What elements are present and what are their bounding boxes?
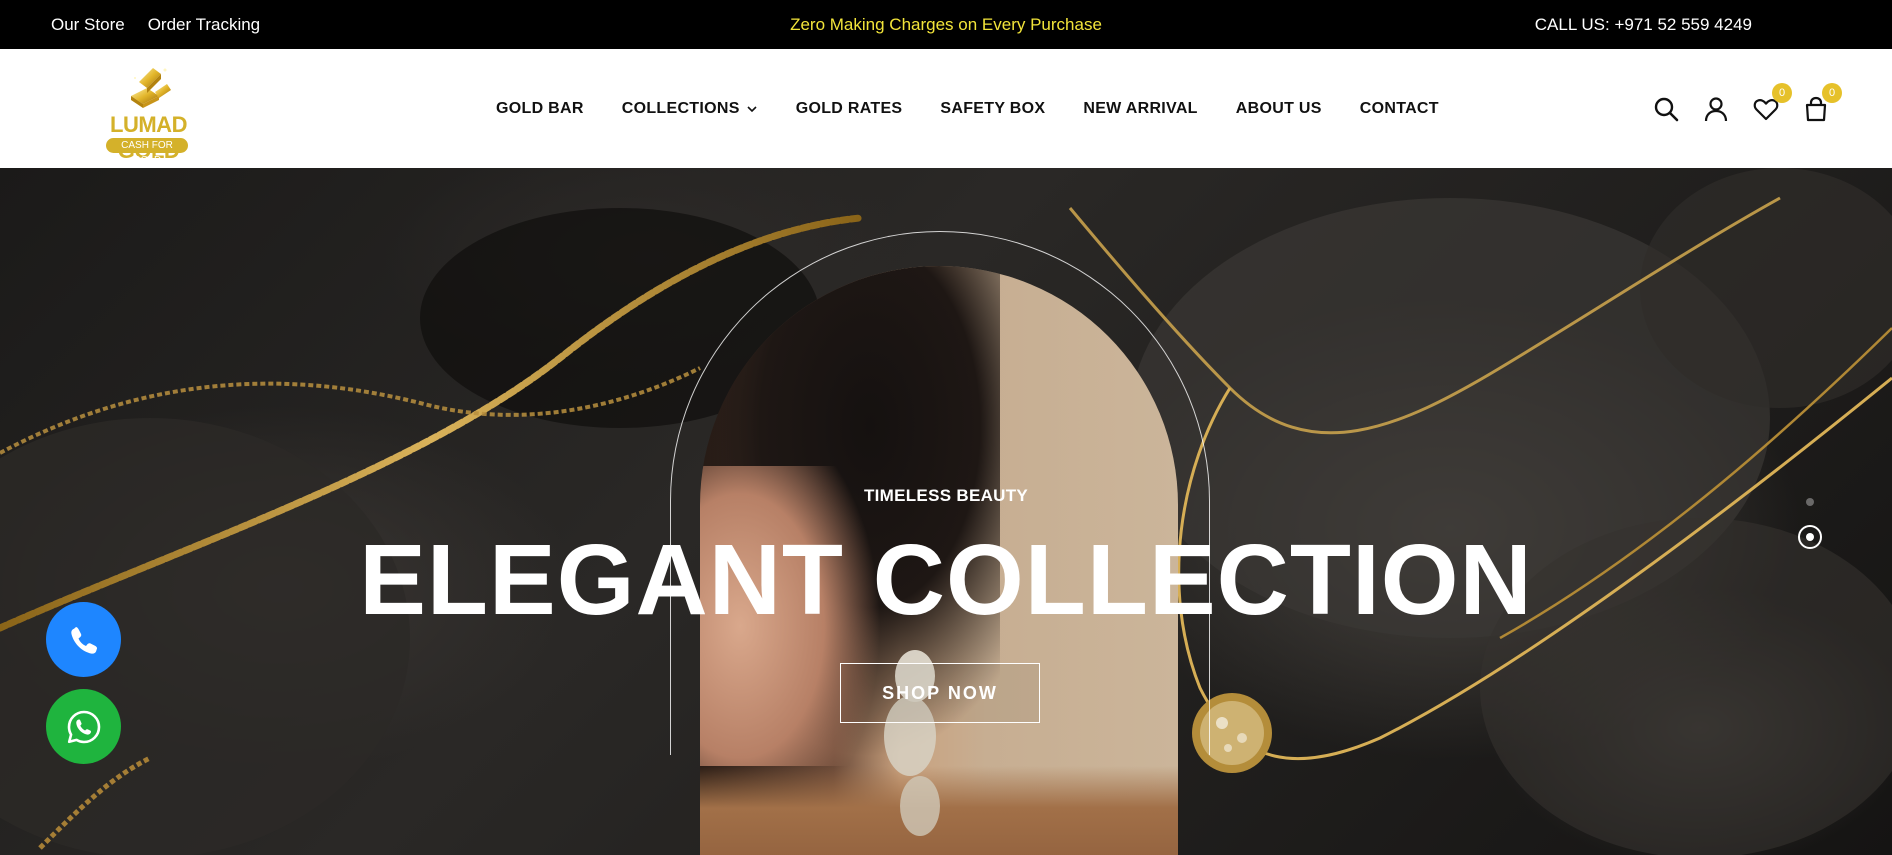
nav-label: CONTACT [1359,99,1439,117]
nav-label: GOLD RATES [795,99,903,117]
chevron-down-icon [747,105,757,112]
hero-headline: ELEGANT COLLECTION [359,524,1533,636]
phone-icon [70,626,97,654]
nav-about-us[interactable]: ABOUT US [1236,100,1322,118]
hero-slider: TIMELESS BEAUTY ELEGANT COLLECTION SHOP … [0,168,1892,855]
user-icon [1704,96,1728,121]
cart-count-badge: 0 [1822,82,1842,103]
order-tracking-link[interactable]: Order Tracking [148,15,260,35]
nav-collections[interactable]: COLLECTIONS [622,100,758,118]
nav-label: NEW ARRIVAL [1083,99,1198,117]
gold-bars-icon [131,68,171,108]
promo-text: Zero Making Charges on Every Purchase [790,14,1102,34]
wishlist-button[interactable]: 0 [1752,82,1792,123]
header-icons: 0 0 [1652,49,1842,168]
nav-gold-rates[interactable]: GOLD RATES [796,100,903,118]
account-button[interactable] [1702,95,1730,123]
nav-safety-box[interactable]: SAFETY BOX [940,100,1045,118]
wishlist-count-badge: 0 [1772,82,1792,103]
cart-button[interactable]: 0 [1802,82,1842,123]
search-button[interactable] [1652,95,1680,123]
slide-dot-2-active[interactable] [1798,525,1822,549]
whatsapp-icon [67,710,100,743]
top-bar-links: Our Store Order Tracking [51,0,260,49]
hero-eyebrow: TIMELESS BEAUTY [863,486,1029,505]
nav-gold-bar[interactable]: GOLD BAR [496,100,584,118]
search-icon [1654,97,1679,121]
logo[interactable]: LUMAD GOLD CASH FOR GOLD [74,60,224,166]
nav-label: ABOUT US [1235,99,1322,117]
nav-label: COLLECTIONS [621,99,740,117]
shop-now-button[interactable]: SHOP NOW [840,663,1040,723]
slide-dot-1[interactable] [1806,498,1814,506]
nav-label: GOLD BAR [496,99,584,117]
call-floating-button[interactable] [46,602,121,677]
site-header: LUMAD GOLD CASH FOR GOLD GOLD BAR COLLEC… [0,49,1892,168]
nav-label: SAFETY BOX [940,99,1046,117]
call-us-text[interactable]: CALL US: +971 52 559 4249 [1535,0,1752,49]
our-store-link[interactable]: Our Store [51,15,125,35]
brand-tagline: CASH FOR GOLD [106,138,188,166]
whatsapp-floating-button[interactable] [46,689,121,764]
main-nav: GOLD BAR COLLECTIONS GOLD RATES SAFETY B… [496,49,1439,168]
nav-new-arrival[interactable]: NEW ARRIVAL [1083,100,1197,118]
nav-contact[interactable]: CONTACT [1360,100,1439,118]
top-bar: Our Store Order Tracking Zero Making Cha… [0,0,1892,49]
slider-pagination [1797,498,1823,558]
